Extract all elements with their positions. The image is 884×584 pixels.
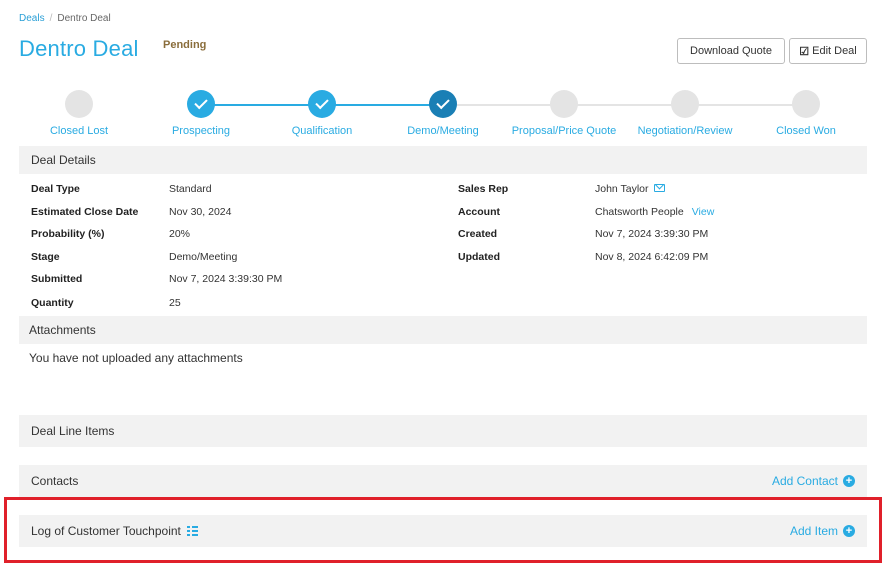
account-label: Account <box>458 206 500 218</box>
edit-deal-button[interactable]: ☑ Edit Deal <box>789 38 867 64</box>
contacts-header: Contacts Add Contact + <box>19 465 867 497</box>
attachments-empty-message: You have not uploaded any attachments <box>29 351 243 365</box>
stage-step[interactable]: Proposal/Price Quote <box>504 90 624 137</box>
attachments-title: Attachments <box>29 323 96 337</box>
stage-step[interactable]: Qualification <box>262 90 382 137</box>
stage-circle <box>671 90 699 118</box>
stage-step[interactable]: Prospecting <box>141 90 261 137</box>
page-title: Dentro Deal <box>19 36 139 61</box>
quantity-value: 25 <box>169 297 181 309</box>
attachments-header: Attachments <box>19 316 867 344</box>
stage-label: Closed Won <box>776 125 836 137</box>
deal-details-title: Deal Details <box>31 153 96 167</box>
probability-value: 20% <box>169 228 191 240</box>
close-date-value: Nov 30, 2024 <box>169 206 232 218</box>
check-icon <box>308 90 336 118</box>
line-items-header: Deal Line Items <box>19 415 867 447</box>
line-items-title: Deal Line Items <box>31 424 115 438</box>
check-icon <box>187 90 215 118</box>
add-item-button[interactable]: Add Item + <box>790 524 855 538</box>
stage-label: Demo/Meeting <box>407 125 479 137</box>
account-value: Chatsworth People View <box>595 206 714 218</box>
stage-label: Stage <box>31 251 60 263</box>
add-contact-label: Add Contact <box>771 474 838 488</box>
download-quote-button[interactable]: Download Quote <box>677 38 785 64</box>
stage-step[interactable]: Demo/Meeting <box>383 90 503 137</box>
stage-label: Negotiation/Review <box>637 125 733 137</box>
sales-rep-value: John Taylor <box>595 183 665 195</box>
created-label: Created <box>458 228 498 240</box>
account-name: Chatsworth People <box>595 206 684 218</box>
touchpoint-header: Log of Customer Touchpoint Add Item + <box>19 515 867 547</box>
sales-rep-label: Sales Rep <box>458 183 509 195</box>
updated-label: Updated <box>458 251 500 263</box>
submitted-label: Submitted <box>31 273 83 285</box>
quantity-label: Quantity <box>31 297 74 309</box>
stage-circle <box>550 90 578 118</box>
mail-icon[interactable] <box>653 184 665 193</box>
status-badge: Pending <box>163 39 207 51</box>
breadcrumb: Deals / Dentro Deal <box>19 13 111 24</box>
checkmark-icon <box>194 95 208 110</box>
list-icon[interactable] <box>186 525 198 536</box>
breadcrumb-current: Dentro Deal <box>57 13 111 24</box>
created-value: Nov 7, 2024 3:39:30 PM <box>595 228 709 240</box>
stage-label: Proposal/Price Quote <box>511 125 617 137</box>
stage-circle <box>792 90 820 118</box>
edit-deal-label: Edit Deal <box>812 45 857 57</box>
stage-step[interactable]: Closed Lost <box>19 90 139 137</box>
stage-label: Prospecting <box>171 125 231 137</box>
touchpoint-title: Log of Customer Touchpoint <box>31 524 181 538</box>
deal-details-header: Deal Details <box>19 146 867 174</box>
deal-type-label: Deal Type <box>31 183 80 195</box>
contacts-title: Contacts <box>31 474 79 488</box>
stage-label: Qualification <box>291 125 353 137</box>
breadcrumb-separator: / <box>49 13 53 24</box>
touchpoint-title-wrap: Log of Customer Touchpoint <box>31 524 198 538</box>
stage-stepper: Closed Lost Prospecting Qualification Demo/… <box>19 90 867 140</box>
checkmark-icon <box>315 95 329 110</box>
submitted-value: Nov 7, 2024 3:39:30 PM <box>169 273 283 285</box>
updated-value: Nov 8, 2024 6:42:09 PM <box>595 251 709 263</box>
close-date-label: Estimated Close Date <box>31 206 139 218</box>
probability-label: Probability (%) <box>31 228 105 240</box>
add-contact-button[interactable]: Add Contact + <box>772 474 855 488</box>
plus-circle-icon: + <box>843 475 855 487</box>
stage-step[interactable]: Closed Won <box>746 90 866 137</box>
breadcrumb-deals-link[interactable]: Deals <box>19 13 45 24</box>
edit-icon: ☑ <box>799 45 810 58</box>
stage-step[interactable]: Negotiation/Review <box>625 90 745 137</box>
check-icon <box>429 90 457 118</box>
stage-value: Demo/Meeting <box>169 251 238 263</box>
stage-circle <box>65 90 93 118</box>
sales-rep-name: John Taylor <box>595 183 649 195</box>
add-item-label: Add Item <box>789 524 838 538</box>
account-view-link[interactable]: View <box>692 206 715 218</box>
deal-type-value: Standard <box>169 183 212 195</box>
plus-circle-icon: + <box>843 525 855 537</box>
stage-label: Closed Lost <box>49 125 109 137</box>
checkmark-icon <box>436 95 450 110</box>
